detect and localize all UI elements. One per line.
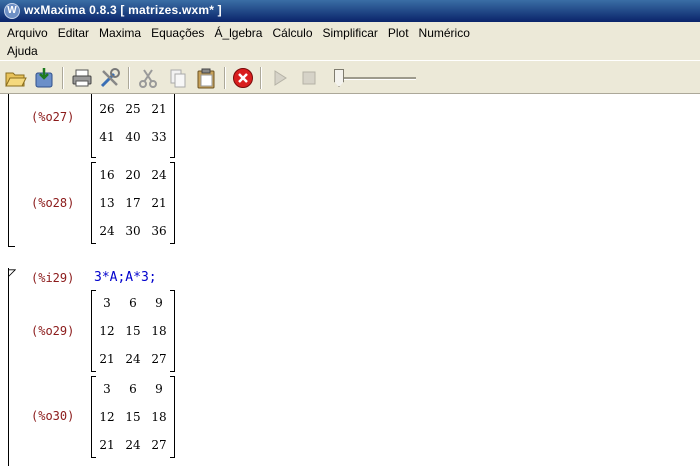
- matrix-cell: 30: [125, 224, 141, 238]
- matrix-cell: 24: [125, 352, 141, 366]
- menu-numerico[interactable]: Numérico: [414, 24, 475, 42]
- output-label: (%o30): [31, 409, 75, 423]
- matrix-cell: 27: [151, 438, 167, 452]
- matrix-cell: 41: [99, 130, 115, 144]
- paste-icon[interactable]: [194, 66, 218, 90]
- matrix-cell: 21: [99, 438, 115, 452]
- menu-bar: Arquivo Editar Maxima Equações Á_lgebra …: [0, 22, 700, 60]
- toolbar-separator: [224, 67, 226, 89]
- menu-plot[interactable]: Plot: [383, 24, 414, 42]
- matrix-cell: 18: [151, 410, 167, 424]
- cell-group-bracket[interactable]: [8, 268, 15, 466]
- slider-track: [342, 77, 416, 80]
- matrix-cell: 26: [99, 102, 115, 116]
- menu-maxima[interactable]: Maxima: [94, 24, 146, 42]
- matrix-cell: 27: [151, 352, 167, 366]
- matrix-cell: 21: [151, 196, 167, 210]
- matrix-cell: 40: [125, 130, 141, 144]
- cell-group-bracket[interactable]: [8, 94, 15, 247]
- output-label: (%o29): [31, 324, 75, 338]
- input-cell-marker-icon[interactable]: [8, 268, 16, 282]
- input-label: (%i29): [31, 271, 75, 285]
- output-label: (%o27): [31, 110, 75, 124]
- menu-arquivo[interactable]: Arquivo: [0, 24, 53, 42]
- matrix-cell: 17: [125, 196, 141, 210]
- copy-icon[interactable]: [166, 66, 190, 90]
- matrix-cell: 24: [125, 438, 141, 452]
- matrix-cell: 3: [103, 382, 111, 396]
- save-icon[interactable]: [32, 66, 56, 90]
- matrix-cell: 6: [129, 296, 137, 310]
- matrix-cell: 21: [99, 352, 115, 366]
- matrix-cell: 15: [125, 324, 141, 338]
- interrupt-stop-icon[interactable]: [231, 66, 255, 90]
- input-expression[interactable]: 3*A;A*3;: [94, 270, 157, 285]
- matrix-cell: 24: [99, 224, 115, 238]
- matrix-cell: 18: [151, 324, 167, 338]
- matrix-cell: 25: [125, 102, 141, 116]
- menu-equacoes[interactable]: Equações: [146, 24, 209, 42]
- menu-editar[interactable]: Editar: [53, 24, 94, 42]
- matrix-cell: 33: [151, 130, 167, 144]
- preferences-tools-icon[interactable]: [98, 66, 122, 90]
- toolbar-separator: [128, 67, 130, 89]
- toolbar-separator: [260, 67, 262, 89]
- worksheet[interactable]: (%o27) 26 25 21 41 40 33 (%o28) 16 20 24…: [0, 94, 700, 466]
- output-label: (%o28): [31, 196, 75, 210]
- toolbar: [0, 60, 700, 94]
- stop-icon[interactable]: [297, 66, 321, 90]
- menu-calculo[interactable]: Cálculo: [267, 24, 317, 42]
- matrix-cell: 9: [155, 382, 163, 396]
- matrix-cell: 12: [99, 324, 115, 338]
- matrix-cell: 15: [125, 410, 141, 424]
- open-folder-icon[interactable]: [4, 66, 28, 90]
- matrix-cell: 13: [99, 196, 115, 210]
- wxmaxima-app-icon[interactable]: W: [4, 3, 20, 19]
- play-icon[interactable]: [268, 66, 292, 90]
- matrix-cell: 3: [103, 296, 111, 310]
- menu-simplificar[interactable]: Simplificar: [318, 24, 383, 42]
- output-matrix: 3 6 9 12 15 18 21 24 27: [91, 290, 175, 372]
- matrix-cell: 6: [129, 382, 137, 396]
- toolbar-separator: [62, 67, 64, 89]
- matrix-cell: 16: [99, 168, 115, 182]
- menu-row-2: Ajuda: [0, 42, 43, 60]
- matrix-cell: 36: [151, 224, 167, 238]
- matrix-cell: 12: [99, 410, 115, 424]
- matrix-cell: 20: [125, 168, 141, 182]
- menu-ajuda[interactable]: Ajuda: [0, 42, 43, 60]
- matrix-cell: 9: [155, 296, 163, 310]
- title-bar: W wxMaxima 0.8.3 [ matrizes.wxm* ]: [0, 0, 700, 22]
- output-matrix: 16 20 24 13 17 21 24 30 36: [91, 162, 175, 244]
- print-icon[interactable]: [70, 66, 94, 90]
- cut-icon[interactable]: [136, 66, 160, 90]
- output-matrix: 3 6 9 12 15 18 21 24 27: [91, 376, 175, 458]
- window-title: wxMaxima 0.8.3 [ matrizes.wxm* ]: [24, 3, 222, 17]
- menu-algebra[interactable]: Á_lgebra: [209, 24, 267, 42]
- animation-slider[interactable]: [334, 69, 418, 87]
- matrix-cell: 21: [151, 102, 167, 116]
- slider-thumb[interactable]: [334, 69, 344, 87]
- output-matrix: 26 25 21 41 40 33: [91, 94, 175, 158]
- menu-row-1: Arquivo Editar Maxima Equações Á_lgebra …: [0, 24, 475, 42]
- matrix-cell: 24: [151, 168, 167, 182]
